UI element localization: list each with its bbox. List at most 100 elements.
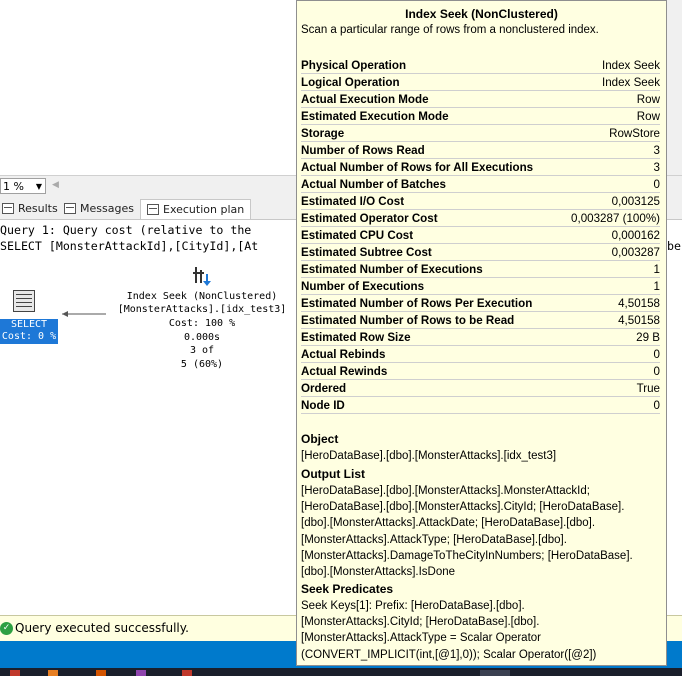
windows-taskbar: [0, 668, 682, 676]
seek-predicates-text: Seek Keys[1]: Prefix: [HeroDataBase].[db…: [301, 598, 656, 663]
property-name: Estimated Row Size: [301, 330, 411, 344]
execution-plan-icon: [147, 204, 159, 215]
grid-icon: [2, 203, 14, 214]
property-name: Actual Number of Batches: [301, 177, 446, 191]
property-row: Actual Rewinds 0: [301, 363, 660, 380]
property-value: Index Seek: [601, 75, 660, 89]
property-value: 0: [653, 177, 660, 191]
property-name: Estimated Number of Executions: [301, 262, 483, 276]
property-name: Actual Execution Mode: [301, 92, 429, 106]
property-name: Estimated Operator Cost: [301, 211, 438, 225]
output-line: [HeroDataBase].[dbo].[MonsterAttacks].Mo…: [301, 485, 590, 497]
tab-label: Execution plan: [163, 203, 245, 216]
tab-messages[interactable]: Messages: [64, 199, 134, 218]
property-value: 0,003287 (100%): [571, 211, 660, 225]
tab-execution-plan[interactable]: Execution plan: [140, 199, 252, 219]
property-value: 0: [653, 398, 660, 412]
property-value: 29 B: [636, 330, 660, 344]
property-name: Physical Operation: [301, 58, 407, 72]
output-list-heading: Output List: [301, 467, 365, 481]
property-value: 0: [653, 364, 660, 378]
tab-results[interactable]: Results: [2, 199, 58, 218]
property-name: Storage: [301, 126, 345, 140]
property-name: Estimated Number of Rows to be Read: [301, 313, 515, 327]
taskbar-app-icon[interactable]: [48, 670, 58, 676]
object-heading: Object: [301, 432, 339, 446]
property-value: 3: [653, 143, 660, 157]
property-row: Estimated I/O Cost 0,003125: [301, 193, 660, 210]
property-name: Logical Operation: [301, 75, 400, 89]
tooltip-title: Index Seek (NonClustered): [405, 7, 558, 21]
property-row: Ordered True: [301, 380, 660, 397]
property-row: Estimated Operator Cost 0,003287 (100%): [301, 210, 660, 227]
property-row: Estimated Number of Rows Per Execution 4,…: [301, 295, 660, 312]
seek-predicates-heading: Seek Predicates: [301, 582, 394, 596]
chevron-down-icon: ▼: [35, 182, 42, 191]
seek-line: Seek Keys[1]: Prefix: [HeroDataBase].[db…: [301, 600, 525, 612]
taskbar-app-icon[interactable]: [480, 670, 510, 676]
property-name: Estimated Subtree Cost: [301, 245, 432, 259]
taskbar-app-icon[interactable]: [10, 670, 20, 676]
property-row: Physical Operation Index Seek: [301, 57, 660, 74]
property-row: Estimated CPU Cost 0,000162: [301, 227, 660, 244]
property-row: Storage RowStore: [301, 125, 660, 142]
output-list-text: [HeroDataBase].[dbo].[MonsterAttacks].Mo…: [301, 483, 656, 580]
output-line: [HeroDataBase].[dbo].[MonsterAttacks].Ci…: [301, 501, 625, 514]
zoom-value: 1 %: [3, 180, 24, 193]
property-value: 4,50158: [618, 313, 660, 327]
output-line: [dbo].[MonsterAttacks].AttackDate; [Hero…: [301, 517, 596, 530]
property-row: Actual Rebinds 0: [301, 346, 660, 363]
property-value: 1: [653, 262, 660, 276]
property-row: Estimated Execution Mode Row: [301, 108, 660, 125]
property-name: Actual Rebinds: [301, 347, 386, 361]
taskbar-app-icon[interactable]: [182, 670, 192, 676]
object-text: [HeroDataBase].[dbo].[MonsterAttacks].[i…: [301, 450, 557, 462]
property-value: 1: [653, 279, 660, 293]
property-row: Actual Execution Mode Row: [301, 91, 660, 108]
editor-vertical-scrollbar[interactable]: [667, 0, 682, 175]
property-name: Number of Rows Read: [301, 143, 425, 157]
property-value: 0,003287: [611, 245, 660, 259]
property-row: Number of Executions 1: [301, 278, 660, 295]
output-line: [MonsterAttacks].DamageToTheCityInNumber…: [301, 549, 633, 562]
property-name: Actual Number of Rows for All Executions: [301, 160, 534, 174]
scroll-left-icon[interactable]: ◀: [52, 180, 59, 190]
property-row: Estimated Row Size 29 B: [301, 329, 660, 346]
property-name: Ordered: [301, 381, 347, 395]
messages-icon: [64, 203, 76, 214]
property-value: 0,003125: [611, 194, 660, 208]
taskbar-app-icon[interactable]: [136, 670, 146, 676]
property-value: 0: [653, 347, 660, 361]
seek-line: [MonsterAttacks].AttackType = Scalar Ope…: [301, 632, 542, 645]
operator-tooltip: Index Seek (NonClustered) Scan a particu…: [296, 0, 667, 666]
property-list: Physical Operation Index Seek Logical Oper…: [301, 57, 660, 414]
property-row: Estimated Number of Rows to be Read 4,501…: [301, 312, 660, 329]
index-seek-icon[interactable]: [192, 265, 214, 287]
property-value: Row: [636, 92, 660, 106]
seek-line: [MonsterAttacks].CityId; [HeroDataBase].…: [301, 616, 540, 629]
property-name: Number of Executions: [301, 279, 425, 293]
property-name: Estimated Execution Mode: [301, 109, 449, 123]
property-value: 3: [653, 160, 660, 174]
taskbar-app-icon[interactable]: [96, 670, 106, 676]
property-value: True: [636, 381, 660, 395]
property-row: Estimated Subtree Cost 0,003287: [301, 244, 660, 261]
property-row: Actual Number of Rows for All Executions…: [301, 159, 660, 176]
property-name: Estimated CPU Cost: [301, 228, 414, 242]
property-row: Estimated Number of Executions 1: [301, 261, 660, 278]
output-line: [dbo].[MonsterAttacks].IsDone: [301, 566, 456, 579]
status-text: Query executed successfully.: [15, 621, 189, 635]
property-value: 0,000162: [611, 228, 660, 242]
property-row: Logical Operation Index Seek: [301, 74, 660, 91]
tooltip-description: Scan a particular range of rows from a n…: [301, 24, 599, 36]
property-value: Row: [636, 109, 660, 123]
property-row: Number of Rows Read 3: [301, 142, 660, 159]
property-row: Node ID 0: [301, 397, 660, 414]
property-name: Estimated Number of Rows Per Execution: [301, 296, 533, 310]
property-name: Estimated I/O Cost: [301, 194, 405, 208]
tab-label: Messages: [80, 202, 134, 215]
seek-line: (CONVERT_IMPLICIT(int,[@1],0)); Scalar O…: [301, 648, 597, 661]
zoom-dropdown[interactable]: 1 % ▼: [0, 178, 46, 194]
output-line: [MonsterAttacks].AttackType; [HeroDataBa…: [301, 533, 567, 546]
property-value: 4,50158: [618, 296, 660, 310]
